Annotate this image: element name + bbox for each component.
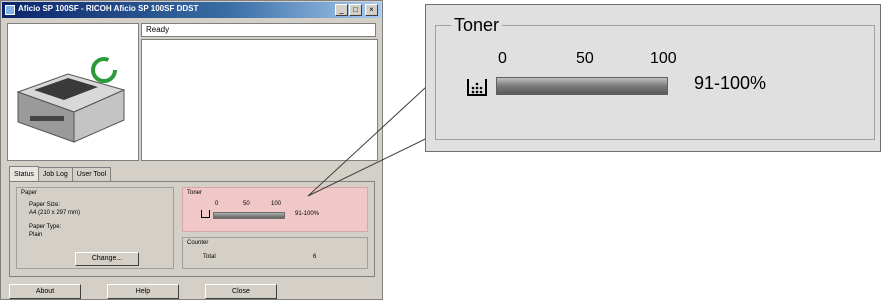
about-button[interactable]: About xyxy=(9,284,81,299)
minimize-button[interactable]: _ xyxy=(335,4,348,16)
toner-cartridge-icon xyxy=(201,210,210,218)
printer-illustration xyxy=(16,57,126,143)
callout-tick-0: 0 xyxy=(498,50,507,67)
counter-group: Counter Total 6 xyxy=(182,237,368,269)
printer-image-pane xyxy=(7,23,139,161)
status-message-bar: Ready xyxy=(141,23,376,37)
paper-group-label: Paper xyxy=(21,190,38,196)
paper-type-value: Plain xyxy=(29,232,43,238)
toner-level-bar xyxy=(213,212,285,219)
callout-toner-level-bar xyxy=(496,77,668,95)
ready-indicator-icon xyxy=(91,57,117,83)
counter-total-label: Total xyxy=(203,254,216,260)
callout-title: Toner xyxy=(451,15,503,36)
callout-toner-level-text: 91-100% xyxy=(694,73,767,93)
toner-tick-100: 100 xyxy=(271,201,282,207)
callout-tick-50: 50 xyxy=(576,50,594,67)
title-bar[interactable]: Aficio SP 100SF - RICOH Aficio SP 100SF … xyxy=(2,2,381,18)
toner-group: Toner 0 50 100 91-100% xyxy=(182,187,368,232)
app-icon xyxy=(5,5,15,15)
change-paper-button[interactable]: Change... xyxy=(75,252,139,266)
printer-status-window: Aficio SP 100SF - RICOH Aficio SP 100SF … xyxy=(0,0,383,300)
tab-status[interactable]: Status xyxy=(9,166,39,181)
window-title: Aficio SP 100SF - RICOH Aficio SP 100SF … xyxy=(18,4,199,13)
paper-size-label: Paper Size: xyxy=(29,202,61,208)
status-tab-panel: Paper Paper Size: A4 (210 x 297 mm) Pape… xyxy=(9,181,375,277)
toner-level-text: 91-100% xyxy=(295,211,320,217)
help-button[interactable]: Help xyxy=(107,284,179,299)
toner-group-label: Toner xyxy=(187,190,203,196)
tab-job-log[interactable]: Job Log xyxy=(37,167,73,181)
counter-group-label: Counter xyxy=(187,240,209,246)
toner-cartridge-icon xyxy=(467,79,487,96)
toner-tick-0: 0 xyxy=(215,201,219,207)
callout-tick-100: 100 xyxy=(650,50,677,67)
tab-strip: Status Job Log User Tool xyxy=(9,166,112,181)
close-button[interactable]: Close xyxy=(205,284,277,299)
paper-type-label: Paper Type: xyxy=(29,224,62,230)
paper-group: Paper Paper Size: A4 (210 x 297 mm) Pape… xyxy=(16,187,174,269)
tab-user-tool[interactable]: User Tool xyxy=(71,167,112,181)
status-message: Ready xyxy=(146,25,170,34)
maximize-button[interactable]: □ xyxy=(349,4,362,16)
status-details-area xyxy=(141,39,378,161)
close-window-button[interactable]: × xyxy=(365,4,378,16)
toner-tick-50: 50 xyxy=(243,201,250,207)
toner-callout: Toner 0 50 100 91-100% xyxy=(425,4,881,152)
paper-size-value: A4 (210 x 297 mm) xyxy=(29,210,81,216)
counter-total-value: 6 xyxy=(313,254,317,260)
